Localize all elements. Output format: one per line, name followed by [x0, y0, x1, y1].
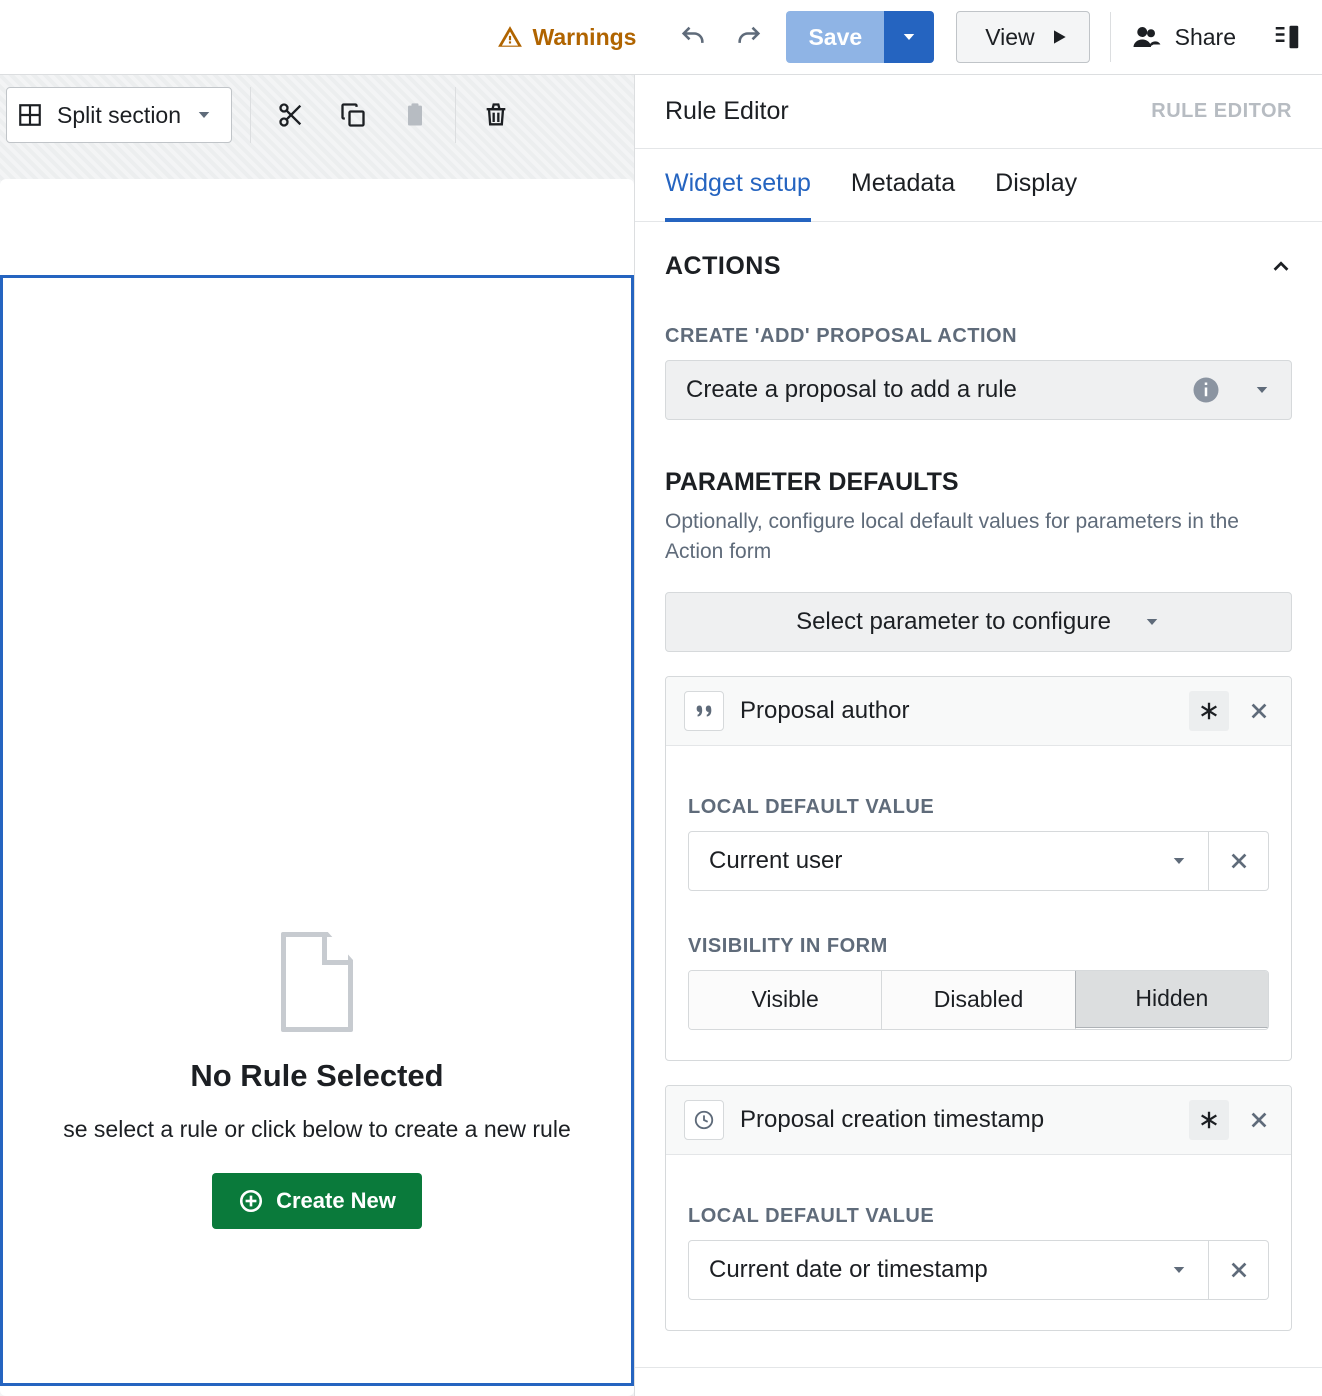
redo-button[interactable] — [726, 14, 772, 60]
copy-icon — [339, 101, 367, 129]
required-badge — [1189, 691, 1229, 731]
param-card-proposal-author: Proposal author LOCAL DEFAULT VALUE Curr… — [665, 676, 1292, 1061]
play-icon — [1049, 27, 1069, 47]
selected-widget-frame[interactable]: No Rule Selected se select a rule or cli… — [0, 275, 634, 1386]
param-title: Proposal creation timestamp — [740, 1106, 1173, 1134]
empty-state-title: No Rule Selected — [190, 1058, 443, 1094]
split-section-button[interactable]: Split section — [6, 87, 232, 143]
quote-icon — [693, 700, 715, 722]
plus-circle-icon — [238, 1188, 264, 1214]
panel-title: Rule Editor — [665, 97, 789, 126]
save-button[interactable]: Save — [786, 11, 884, 63]
parameter-defaults-help: Optionally, configure local default valu… — [665, 507, 1292, 568]
canvas-area: Split section No Rule S — [0, 75, 635, 1396]
warning-icon — [497, 24, 523, 50]
paste-button[interactable] — [393, 93, 437, 137]
trash-icon — [482, 101, 510, 129]
local-default-label: LOCAL DEFAULT VALUE — [688, 1205, 1269, 1228]
asterisk-icon — [1198, 1109, 1220, 1131]
scissors-icon — [277, 101, 305, 129]
panel-tag: RULE EDITOR — [1151, 100, 1292, 123]
actions-section: ACTIONS CREATE 'ADD' PROPOSAL ACTION Cre… — [635, 222, 1322, 1368]
param-title: Proposal author — [740, 697, 1173, 725]
create-action-select[interactable]: Create a proposal to add a rule — [665, 360, 1292, 420]
panel-tabs: Widget setup Metadata Display — [635, 148, 1322, 222]
string-type-icon — [684, 691, 724, 731]
visibility-disabled[interactable]: Disabled — [882, 971, 1075, 1029]
visibility-segmented: Visible Disabled Hidden — [688, 970, 1269, 1030]
local-default-select[interactable]: Current user — [688, 831, 1209, 891]
caret-down-icon — [1170, 1261, 1188, 1279]
save-dropdown[interactable] — [884, 11, 934, 63]
warnings-indicator[interactable]: Warnings — [483, 24, 651, 51]
visibility-hidden[interactable]: Hidden — [1075, 970, 1269, 1028]
visibility-label: VISIBILITY IN FORM — [688, 935, 1269, 958]
actions-section-toggle[interactable]: ACTIONS — [665, 252, 1292, 281]
info-icon — [1191, 375, 1221, 405]
asterisk-icon — [1198, 700, 1220, 722]
chevron-up-icon — [1270, 256, 1292, 278]
split-icon — [17, 102, 43, 128]
undo-icon — [679, 23, 707, 51]
create-action-label: CREATE 'ADD' PROPOSAL ACTION — [665, 325, 1292, 348]
visibility-visible[interactable]: Visible — [689, 971, 882, 1029]
clear-default-button[interactable] — [1209, 1240, 1269, 1300]
create-new-button[interactable]: Create New — [212, 1173, 422, 1229]
parameter-defaults-heading: PARAMETER DEFAULTS — [665, 468, 1292, 497]
clipboard-icon — [401, 101, 429, 129]
tab-metadata[interactable]: Metadata — [851, 149, 955, 222]
close-icon — [1248, 700, 1270, 722]
view-button[interactable]: View — [956, 11, 1089, 63]
remove-param-button[interactable] — [1245, 1106, 1273, 1134]
required-badge — [1189, 1100, 1229, 1140]
close-icon — [1248, 1109, 1270, 1131]
caret-down-icon — [195, 106, 213, 124]
tab-widget-setup[interactable]: Widget setup — [665, 149, 811, 222]
local-default-select[interactable]: Current date or timestamp — [688, 1240, 1209, 1300]
canvas-toolbar: Split section — [0, 75, 634, 155]
panel-toggle-button[interactable] — [1272, 22, 1302, 52]
empty-state-subtitle: se select a rule or click below to creat… — [63, 1116, 571, 1143]
rule-editor-panel: Rule Editor RULE EDITOR Widget setup Met… — [635, 75, 1322, 1396]
top-toolbar: Warnings Save View Share — [0, 0, 1322, 75]
caret-down-icon — [900, 28, 918, 46]
caret-down-icon — [1143, 613, 1161, 631]
clock-icon — [693, 1109, 715, 1131]
warnings-label: Warnings — [533, 24, 637, 51]
select-parameter-dropdown[interactable]: Select parameter to configure — [665, 592, 1292, 652]
local-default-label: LOCAL DEFAULT VALUE — [688, 796, 1269, 819]
close-icon — [1228, 1259, 1250, 1281]
param-card-proposal-timestamp: Proposal creation timestamp LOCAL DEFAUL… — [665, 1085, 1292, 1331]
clear-default-button[interactable] — [1209, 831, 1269, 891]
redo-icon — [735, 23, 763, 51]
caret-down-icon — [1170, 852, 1188, 870]
share-button[interactable]: Share — [1131, 22, 1236, 52]
cut-button[interactable] — [269, 93, 313, 137]
people-icon — [1131, 22, 1161, 52]
timestamp-type-icon — [684, 1100, 724, 1140]
undo-button[interactable] — [670, 14, 716, 60]
copy-button[interactable] — [331, 93, 375, 137]
tab-display[interactable]: Display — [995, 149, 1077, 222]
remove-param-button[interactable] — [1245, 697, 1273, 725]
close-icon — [1228, 850, 1250, 872]
caret-down-icon — [1253, 381, 1271, 399]
delete-button[interactable] — [474, 93, 518, 137]
panel-right-icon — [1272, 22, 1302, 52]
empty-file-icon — [281, 932, 353, 1032]
